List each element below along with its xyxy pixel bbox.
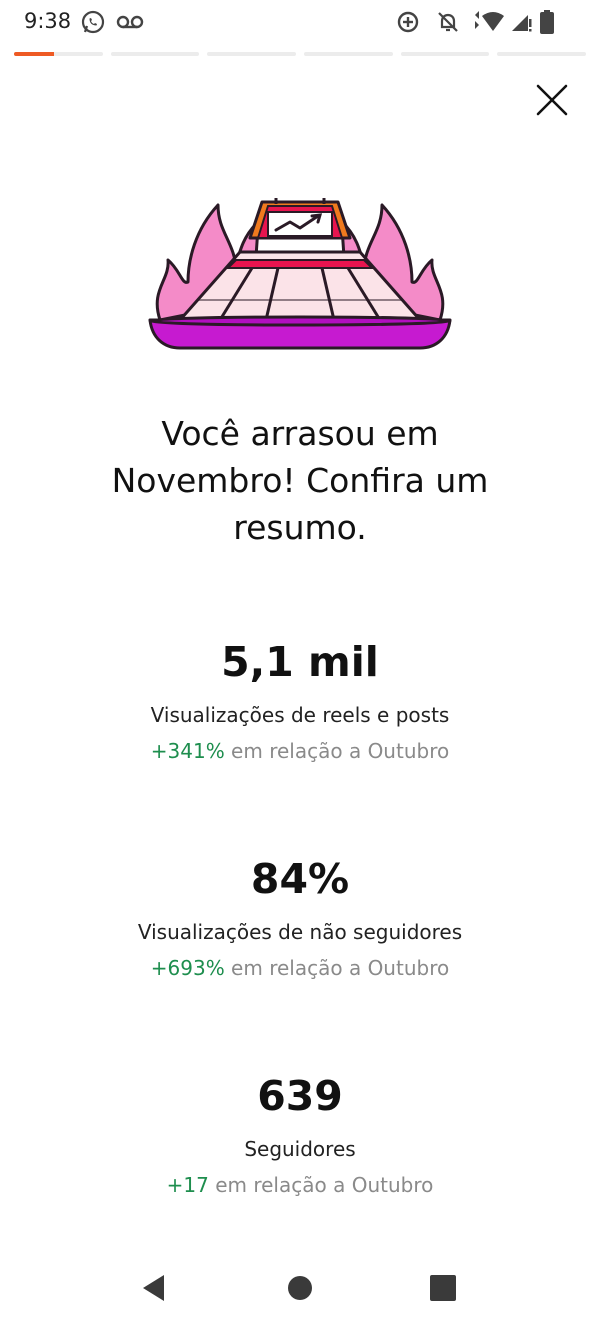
stat-label: Visualizações de não seguidores xyxy=(137,920,463,944)
home-button[interactable] xyxy=(286,1273,314,1308)
stat-change: +341% em relação a Outubro xyxy=(40,738,560,764)
stat-non-follower-views: 84% Visualizações de não seguidores +693… xyxy=(40,855,560,981)
stat-comparison: em relação a Outubro xyxy=(208,1173,434,1197)
close-button[interactable] xyxy=(532,80,572,120)
stat-comparison: em relação a Outubro xyxy=(224,956,450,980)
story-screen: 9:38 Você arrasou em Novembro! Confira u… xyxy=(0,0,600,1333)
back-button[interactable] xyxy=(140,1273,170,1308)
stat-delta: +341% xyxy=(150,739,225,763)
stat-label: Seguidores xyxy=(244,1137,356,1161)
progress-segment xyxy=(110,52,200,56)
stat-comparison: em relação a Outubro xyxy=(224,739,450,763)
stat-change: +17 em relação a Outubro xyxy=(40,1172,560,1198)
story-progress-bar xyxy=(14,52,587,56)
recents-button[interactable] xyxy=(429,1273,457,1308)
progress-segment xyxy=(497,52,587,56)
progress-segment xyxy=(304,52,393,56)
stat-delta: +17 xyxy=(166,1173,209,1197)
stat-value: 639 xyxy=(257,1072,343,1120)
stat-delta: +693% xyxy=(150,956,225,980)
signal-icon xyxy=(510,11,532,38)
battery-icon xyxy=(540,10,554,39)
stat-value: 84% xyxy=(250,855,350,903)
progress-segment xyxy=(207,52,297,56)
whatsapp-icon xyxy=(80,9,106,40)
stat-change: +693% em relação a Outubro xyxy=(40,955,560,981)
wifi-icon xyxy=(472,11,506,38)
system-navigation-bar xyxy=(0,1253,600,1333)
progress-segment xyxy=(14,52,103,56)
status-time: 9:38 xyxy=(24,9,72,33)
close-icon xyxy=(536,84,568,116)
stat-label: Visualizações de reels e posts xyxy=(150,703,450,727)
home-circle-icon xyxy=(288,1276,312,1300)
status-bar: 9:38 xyxy=(0,0,600,44)
summary-headline: Você arrasou em Novembro! Confira um res… xyxy=(111,414,489,547)
stat-followers: 639 Seguidores +17 em relação a Outubro xyxy=(40,1072,560,1198)
progress-segment xyxy=(400,52,490,56)
voicemail-icon xyxy=(116,12,144,37)
bell-off-icon xyxy=(436,10,460,39)
back-triangle-icon xyxy=(143,1275,164,1301)
data-saver-icon xyxy=(396,10,420,39)
stadium-fire-chart-illustration xyxy=(140,190,460,360)
recents-square-icon xyxy=(430,1275,456,1301)
stat-reels-posts-views: 5,1 mil Visualizações de reels e posts +… xyxy=(40,638,560,764)
stat-value: 5,1 mil xyxy=(221,638,379,686)
